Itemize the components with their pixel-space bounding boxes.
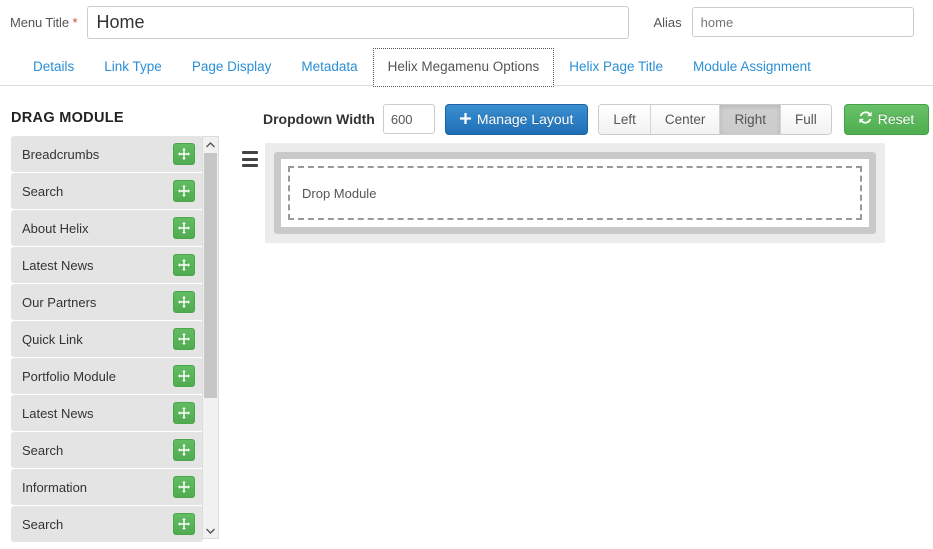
module-list-item[interactable]: Latest News (11, 247, 203, 283)
module-item-label: Breadcrumbs (22, 147, 99, 162)
module-item-label: Information (22, 480, 87, 495)
module-list-item[interactable]: Our Partners (11, 284, 203, 320)
dropdown-width-input[interactable] (383, 104, 435, 134)
scrollbar-up-arrow[interactable] (203, 137, 218, 152)
manage-layout-button[interactable]: Manage Layout (445, 104, 589, 135)
manage-layout-label: Manage Layout (477, 111, 574, 127)
arrows-move-icon[interactable] (173, 365, 195, 387)
arrows-move-icon[interactable] (173, 476, 195, 498)
layout-column[interactable]: Drop Module (274, 152, 876, 234)
arrows-move-icon[interactable] (173, 143, 195, 165)
menu-title-label: Menu Title * (10, 15, 77, 30)
tab-module-assignment[interactable]: Module Assignment (678, 48, 826, 87)
module-list-item[interactable]: Search (11, 506, 203, 542)
scrollbar-down-arrow[interactable] (203, 523, 218, 538)
module-item-label: Latest News (22, 406, 94, 421)
tab-link-type[interactable]: Link Type (89, 48, 177, 87)
alias-input[interactable] (692, 7, 914, 37)
arrows-move-icon[interactable] (173, 513, 195, 535)
tab-helix-megamenu-options[interactable]: Helix Megamenu Options (373, 48, 555, 87)
plus-icon (460, 111, 471, 127)
arrows-move-icon[interactable] (173, 402, 195, 424)
arrows-move-icon[interactable] (173, 180, 195, 202)
alignment-button-group: Left Center Right Full (598, 104, 831, 135)
arrows-move-icon[interactable] (173, 439, 195, 461)
drop-module-zone[interactable]: Drop Module (288, 166, 862, 220)
module-item-label: Latest News (22, 258, 94, 273)
module-list-item[interactable]: Portfolio Module (11, 358, 203, 394)
tab-bar: Details Link Type Page Display Metadata … (0, 48, 933, 86)
tab-helix-page-title[interactable]: Helix Page Title (554, 48, 678, 87)
module-item-label: About Helix (22, 221, 88, 236)
tab-page-display[interactable]: Page Display (177, 48, 287, 87)
module-list-item[interactable]: Search (11, 173, 203, 209)
module-item-label: Search (22, 517, 63, 532)
arrows-move-icon[interactable] (173, 254, 195, 276)
module-list-item[interactable]: Information (11, 469, 203, 505)
tab-details[interactable]: Details (18, 48, 89, 87)
bars-icon[interactable] (242, 151, 260, 167)
dropdown-width-label: Dropdown Width (263, 111, 375, 127)
drop-module-label: Drop Module (302, 186, 376, 201)
module-list-item[interactable]: Search (11, 432, 203, 468)
module-item-label: Search (22, 443, 63, 458)
layout-row[interactable]: Drop Module (265, 143, 885, 243)
alias-label: Alias (653, 15, 681, 30)
module-list-scrollbar[interactable] (202, 136, 219, 539)
reset-button[interactable]: Reset (844, 104, 930, 135)
module-list-item[interactable]: Quick Link (11, 321, 203, 357)
required-marker: * (73, 15, 78, 30)
arrows-move-icon[interactable] (173, 217, 195, 239)
form-header-row: Menu Title * Alias (0, 0, 933, 44)
module-list-item[interactable]: About Helix (11, 210, 203, 246)
drag-module-title: DRAG MODULE (11, 110, 124, 126)
drag-module-list: Breadcrumbs Search About Helix Latest News O… (11, 136, 211, 549)
arrows-move-icon[interactable] (173, 328, 195, 350)
align-left-button[interactable]: Left (599, 105, 651, 134)
tab-metadata[interactable]: Metadata (286, 48, 372, 87)
module-list-item[interactable]: Breadcrumbs (11, 136, 203, 172)
module-list-item[interactable]: Latest News (11, 395, 203, 431)
module-item-label: Our Partners (22, 295, 96, 310)
refresh-icon (859, 111, 872, 127)
module-item-label: Search (22, 184, 63, 199)
module-item-label: Portfolio Module (22, 369, 116, 384)
menu-title-input[interactable] (87, 6, 629, 39)
align-right-button[interactable]: Right (720, 105, 781, 134)
reset-label: Reset (878, 111, 915, 127)
align-full-button[interactable]: Full (781, 105, 831, 134)
module-item-label: Quick Link (22, 332, 83, 347)
arrows-move-icon[interactable] (173, 291, 195, 313)
align-center-button[interactable]: Center (651, 105, 721, 134)
scrollbar-thumb[interactable] (204, 153, 217, 398)
layout-toolbar: Dropdown Width Manage Layout Left Center… (263, 103, 929, 135)
